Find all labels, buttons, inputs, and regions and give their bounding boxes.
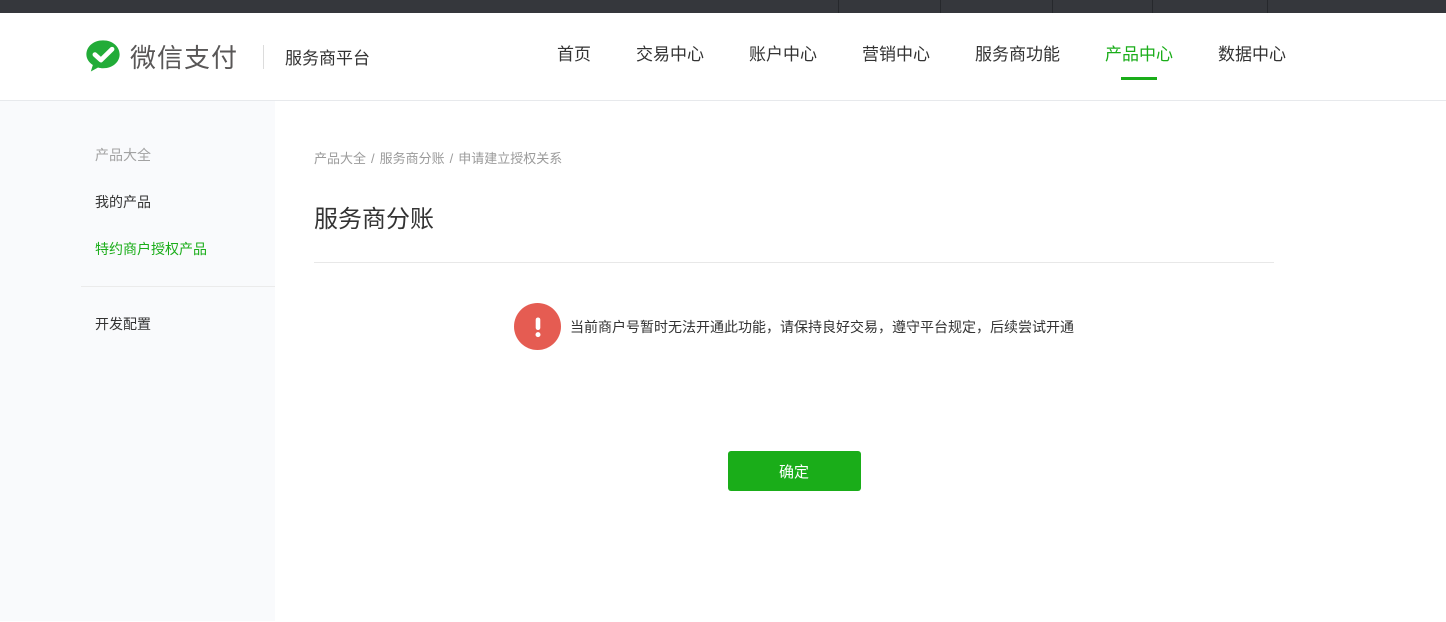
brand-name: 微信支付 <box>130 43 239 73</box>
content-divider <box>314 262 1274 263</box>
sidebar-divider <box>81 286 275 287</box>
breadcrumb: 产品大全 / 服务商分账 / 申请建立授权关系 <box>314 148 1274 167</box>
sidebar: 产品大全 我的产品 特约商户授权产品 开发配置 <box>0 101 275 621</box>
breadcrumb-separator: / <box>449 151 454 166</box>
page-body: 产品大全 我的产品 特约商户授权产品 开发配置 产品大全 / 服务商分账 / 申请建立授… <box>0 101 1446 621</box>
tab-divider <box>940 0 941 13</box>
nav-item-account-center[interactable]: 账户中心 <box>749 30 817 83</box>
page-title: 服务商分账 <box>314 206 434 233</box>
nav-item-home[interactable]: 首页 <box>557 30 591 83</box>
wechat-pay-logo-icon <box>86 39 120 71</box>
exclamation-circle-icon <box>514 303 561 350</box>
nav-item-marketing-center[interactable]: 营销中心 <box>862 30 930 83</box>
alert: 当前商户号暂时无法开通此功能，请保持良好交易，遵守平台规定，后续尝试开通 <box>314 303 1274 350</box>
nav-item-product-center[interactable]: 产品中心 <box>1105 30 1173 83</box>
breadcrumb-separator: / <box>371 151 375 166</box>
confirm-button[interactable]: 确定 <box>727 451 861 491</box>
nav-item-data-center[interactable]: 数据中心 <box>1218 30 1286 83</box>
breadcrumb-segment-apply-authorization: 申请建立授权关系 <box>458 151 563 166</box>
sidebar-item-dev-config[interactable]: 开发配置 <box>0 314 275 334</box>
tab-divider <box>1052 0 1053 13</box>
main-content: 产品大全 / 服务商分账 / 申请建立授权关系 服务商分账 当前商户号暂时无法开通此功能… <box>275 101 1446 621</box>
button-row: 确定 <box>314 451 1274 491</box>
breadcrumb-segment-product-catalog[interactable]: 产品大全 <box>314 151 366 166</box>
brand-divider <box>263 44 265 69</box>
sidebar-item-my-products[interactable]: 我的产品 <box>0 192 275 212</box>
brand[interactable]: 微信支付 服务商平台 <box>84 38 370 76</box>
main-nav: 首页 交易中心 账户中心 营销中心 服务商功能 产品中心 数据中心 <box>557 30 1446 83</box>
nav-item-service-provider-features[interactable]: 服务商功能 <box>975 30 1060 83</box>
breadcrumb-segment-profit-sharing[interactable]: 服务商分账 <box>380 151 445 166</box>
nav-item-transaction-center[interactable]: 交易中心 <box>636 30 704 83</box>
sidebar-item-sub-merchant-authorized-products[interactable]: 特约商户授权产品 <box>0 239 275 259</box>
tab-divider <box>1267 0 1268 13</box>
tab-divider <box>838 0 839 13</box>
header: 微信支付 服务商平台 首页 交易中心 账户中心 营销中心 服务商功能 产品中心 … <box>0 13 1446 101</box>
tab-divider <box>1152 0 1153 13</box>
alert-message: 当前商户号暂时无法开通此功能，请保持良好交易，遵守平台规定，后续尝试开通 <box>570 318 1074 335</box>
sidebar-section-title: 产品大全 <box>95 147 151 163</box>
brand-portal-label: 服务商平台 <box>285 49 371 68</box>
browser-tab-strip <box>0 0 1446 13</box>
